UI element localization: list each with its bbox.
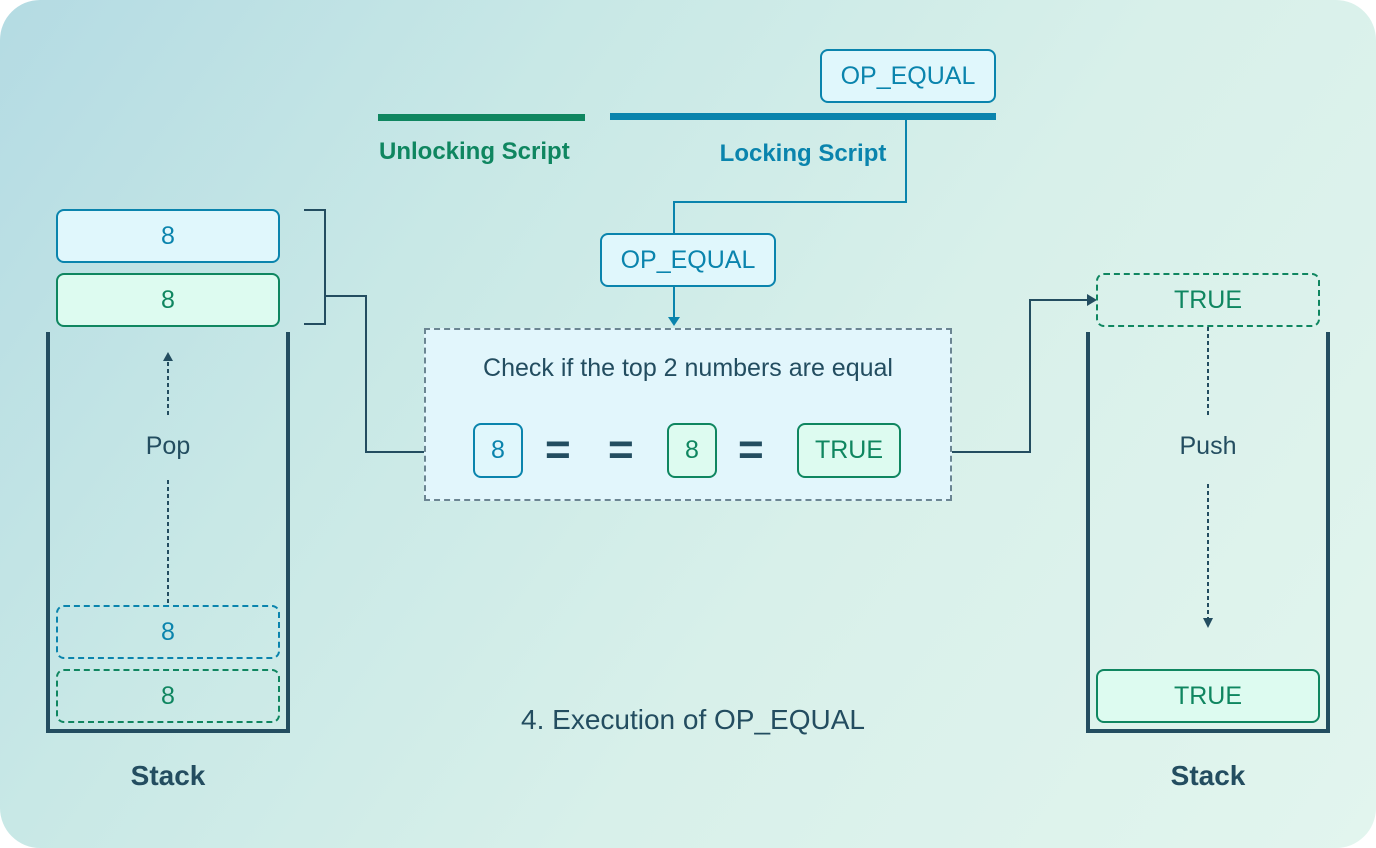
unlocking-script-bar <box>378 114 585 121</box>
equals-sign-1: = <box>545 425 571 474</box>
right-stack-title: Stack <box>1170 760 1246 791</box>
equals-sign-2: = <box>608 425 634 474</box>
pop-label: Pop <box>145 432 191 460</box>
result-to-stack-line <box>952 299 1088 453</box>
left-operand-value: 8 <box>491 436 505 464</box>
stack-item-true: TRUE <box>1096 669 1320 723</box>
locking-opcode-box: OP_EQUAL <box>820 49 996 103</box>
incoming-item: TRUE <box>1096 273 1320 327</box>
push-label: Push <box>1179 432 1237 460</box>
diagram-canvas: OP_EQUAL Unlocking Script Locking Script… <box>0 0 1376 848</box>
result-equals-sign: = <box>738 425 764 474</box>
left-operand-box: 8 <box>473 423 523 478</box>
popped-item-second-value: 8 <box>161 285 175 314</box>
incoming-item-value: TRUE <box>1173 285 1243 314</box>
stack-item-true-value: TRUE <box>1173 681 1243 710</box>
right-operand-box: 8 <box>667 423 717 478</box>
push-arrow-head <box>1203 618 1213 628</box>
opcode-feed-line <box>673 120 907 233</box>
pop-arrow-head <box>163 352 173 361</box>
popped-item-second: 8 <box>56 273 280 327</box>
result-value: TRUE <box>814 436 884 464</box>
locking-script-label: Locking Script <box>719 140 887 167</box>
ghost-item-top-value: 8 <box>161 617 175 646</box>
left-stack-title: Stack <box>130 760 206 791</box>
opcode-arrow-head <box>668 317 680 326</box>
locking-opcode-label: OP_EQUAL <box>840 61 976 90</box>
current-opcode-box: OP_EQUAL <box>600 233 776 287</box>
unlocking-script-label: Unlocking Script <box>379 138 570 165</box>
operation-description: Check if the top 2 numbers are equal <box>483 354 893 382</box>
right-operand-value: 8 <box>685 436 699 464</box>
step-caption: 4. Execution of OP_EQUAL <box>521 704 865 735</box>
bracket-to-check-line <box>325 295 424 453</box>
locking-script-bar <box>610 113 996 120</box>
ghost-item-top: 8 <box>56 605 280 659</box>
result-box: TRUE <box>797 423 901 478</box>
current-opcode-label: OP_EQUAL <box>620 245 756 274</box>
popped-item-top: 8 <box>56 209 280 263</box>
popped-items-bracket <box>304 209 326 325</box>
popped-item-top-value: 8 <box>161 221 175 250</box>
ghost-item-bottom: 8 <box>56 669 280 723</box>
ghost-item-bottom-value: 8 <box>161 681 175 710</box>
